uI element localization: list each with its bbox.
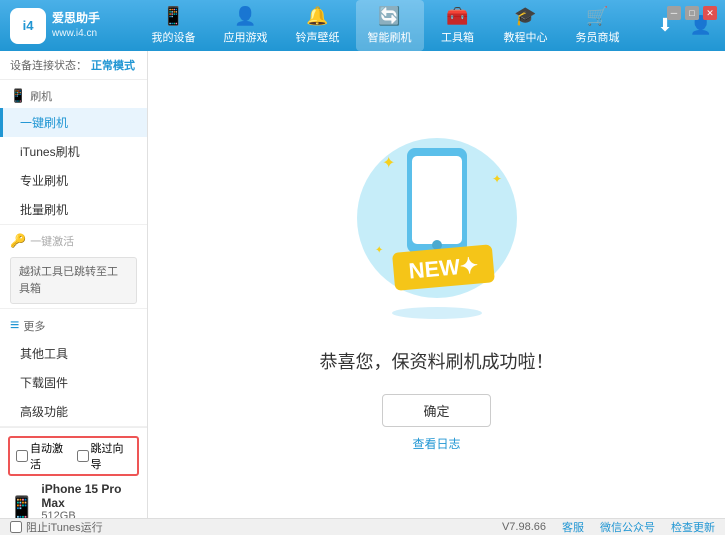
ringtone-icon: 🔔: [306, 6, 328, 27]
version-label: V7.98.66: [502, 521, 546, 533]
other-tools-label: 其他工具: [20, 347, 68, 361]
smart-flash-label: 智能刷机: [368, 29, 412, 45]
sidebar-item-advanced[interactable]: 高级功能: [0, 397, 147, 426]
close-button[interactable]: ✕: [703, 6, 717, 20]
skip-guide-label[interactable]: 跳过向导: [91, 440, 132, 472]
sidebar-item-itunes-flash[interactable]: iTunes刷机: [0, 137, 147, 166]
wechat-link[interactable]: 微信公众号: [600, 519, 655, 535]
auto-activate-checkbox-container: 自动激活: [16, 440, 71, 472]
more-section-icon: ≡: [10, 317, 19, 335]
activate-section-header: 🔑 一键激活: [0, 225, 147, 253]
content-area: ✦ ✦ ✦ NEW✦ 恭喜您，保资料刷机成功啦！ 确定 查看日志: [148, 51, 725, 518]
sidebar-item-batch-flash[interactable]: 批量刷机: [0, 195, 147, 224]
onekey-flash-label: 一键刷机: [20, 116, 68, 130]
logo-url: www.i4.cn: [52, 27, 100, 41]
sidebar-section-activate: 🔑 一键激活 越狱工具已跳转至工具箱: [0, 225, 147, 309]
app-game-label: 应用游戏: [224, 29, 268, 45]
customer-service-link[interactable]: 客服: [562, 519, 584, 535]
svg-text:✦: ✦: [375, 245, 383, 256]
header: i4 爱思助手 www.i4.cn 📱 我的设备 👤 应用游戏 🔔 铃声壁纸 🔄: [0, 0, 725, 51]
download-firmware-label: 下载固件: [20, 376, 68, 390]
advanced-label: 高级功能: [20, 405, 68, 419]
toolbox-label: 工具箱: [441, 29, 474, 45]
status-mode: 正常模式: [91, 57, 135, 73]
phone-illustration: ✦ ✦ ✦ NEW✦: [327, 118, 547, 338]
confirm-button[interactable]: 确定: [382, 394, 490, 427]
tutorial-label: 教程中心: [504, 29, 548, 45]
log-link[interactable]: 查看日志: [412, 435, 460, 452]
my-device-label: 我的设备: [152, 29, 196, 45]
sidebar-item-other-tools[interactable]: 其他工具: [0, 339, 147, 368]
skip-guide-checkbox[interactable]: [77, 450, 89, 462]
toolbox-icon: 🧰: [446, 6, 468, 27]
maximize-button[interactable]: □: [685, 6, 699, 20]
device-storage: 512GB: [41, 510, 139, 518]
sidebar-section-flash: 📱 刷机 一键刷机 iTunes刷机 专业刷机 批量刷机: [0, 80, 147, 225]
itunes-block-checkbox[interactable]: [10, 521, 22, 533]
device-info-row: 📱 iPhone 15 Pro Max 512GB iPhone: [8, 482, 139, 518]
logo-icon: i4: [10, 8, 46, 44]
nav-tutorial[interactable]: 🎓 教程中心: [492, 0, 560, 51]
auto-activate-label[interactable]: 自动激活: [30, 440, 71, 472]
nav-ringtone[interactable]: 🔔 铃声壁纸: [284, 0, 352, 51]
status-bar: 设备连接状态： 正常模式: [0, 51, 147, 80]
check-update-link[interactable]: 检查更新: [671, 519, 715, 535]
nav-app-game[interactable]: 👤 应用游戏: [212, 0, 280, 51]
smart-flash-icon: 🔄: [378, 6, 400, 27]
tutorial-icon: 🎓: [514, 6, 536, 27]
service-label: 务员商城: [576, 29, 620, 45]
flash-section-label: 刷机: [30, 88, 52, 104]
activate-section-icon: 🔑: [10, 233, 26, 249]
activate-notice-text: 越狱工具已跳转至工具箱: [19, 266, 118, 295]
my-device-icon: 📱: [162, 6, 184, 27]
nav-smart-flash[interactable]: 🔄 智能刷机: [356, 0, 424, 51]
pro-flash-label: 专业刷机: [20, 174, 68, 188]
more-section-header: ≡ 更多: [0, 309, 147, 339]
skip-guide-checkbox-container: 跳过向导: [77, 440, 132, 472]
nav-tabs: 📱 我的设备 👤 应用游戏 🔔 铃声壁纸 🔄 智能刷机 🧰 工具箱 🎓: [120, 0, 651, 51]
flash-section-header: 📱 刷机: [0, 80, 147, 108]
minimize-button[interactable]: ─: [667, 6, 681, 20]
logo-area: i4 爱思助手 www.i4.cn: [10, 8, 120, 44]
more-section-label: 更多: [23, 318, 45, 334]
app-game-icon: 👤: [234, 6, 256, 27]
logo-text: 爱思助手 www.i4.cn: [52, 10, 100, 41]
sidebar-device-area: 自动激活 跳过向导 📱 iPhone 15 Pro Max 512GB iPho…: [0, 427, 147, 518]
sidebar-item-pro-flash[interactable]: 专业刷机: [0, 166, 147, 195]
logo-name: 爱思助手: [52, 10, 100, 27]
batch-flash-label: 批量刷机: [20, 203, 68, 217]
device-name: iPhone 15 Pro Max: [41, 482, 139, 510]
auto-activate-checkbox[interactable]: [16, 450, 28, 462]
svg-text:✦: ✦: [382, 155, 395, 172]
flash-section-icon: 📱: [10, 88, 26, 104]
ringtone-label: 铃声壁纸: [296, 29, 340, 45]
itunes-label: 阻止iTunes运行: [26, 519, 103, 535]
device-details: iPhone 15 Pro Max 512GB iPhone: [41, 482, 139, 518]
nav-toolbox[interactable]: 🧰 工具箱: [428, 0, 488, 51]
main-area: 设备连接状态： 正常模式 📱 刷机 一键刷机 iTunes刷机 专业刷机: [0, 51, 725, 518]
device-phone-icon: 📱: [8, 495, 35, 518]
success-text: 恭喜您，保资料刷机成功啦！: [320, 348, 554, 374]
illustration-svg: ✦ ✦ ✦ NEW✦: [327, 118, 547, 338]
service-icon: 🛒: [586, 6, 608, 27]
sidebar-section-more: ≡ 更多 其他工具 下载固件 高级功能: [0, 309, 147, 427]
activate-section-label: 一键激活: [30, 233, 74, 249]
nav-service[interactable]: 🛒 务员商城: [564, 0, 632, 51]
nav-my-device[interactable]: 📱 我的设备: [140, 0, 208, 51]
footer-left: 阻止iTunes运行: [10, 519, 103, 535]
sidebar-item-onekey-flash[interactable]: 一键刷机: [0, 108, 147, 137]
checkbox-highlight-area: 自动激活 跳过向导: [8, 436, 139, 476]
sidebar-item-download-firmware[interactable]: 下载固件: [0, 368, 147, 397]
itunes-flash-label: iTunes刷机: [20, 145, 80, 159]
svg-text:✦: ✦: [492, 172, 502, 186]
activate-notice: 越狱工具已跳转至工具箱: [10, 257, 137, 304]
status-label: 设备连接状态：: [10, 57, 87, 73]
sidebar: 设备连接状态： 正常模式 📱 刷机 一键刷机 iTunes刷机 专业刷机: [0, 51, 148, 518]
footer-right: V7.98.66 客服 微信公众号 检查更新: [502, 519, 715, 535]
